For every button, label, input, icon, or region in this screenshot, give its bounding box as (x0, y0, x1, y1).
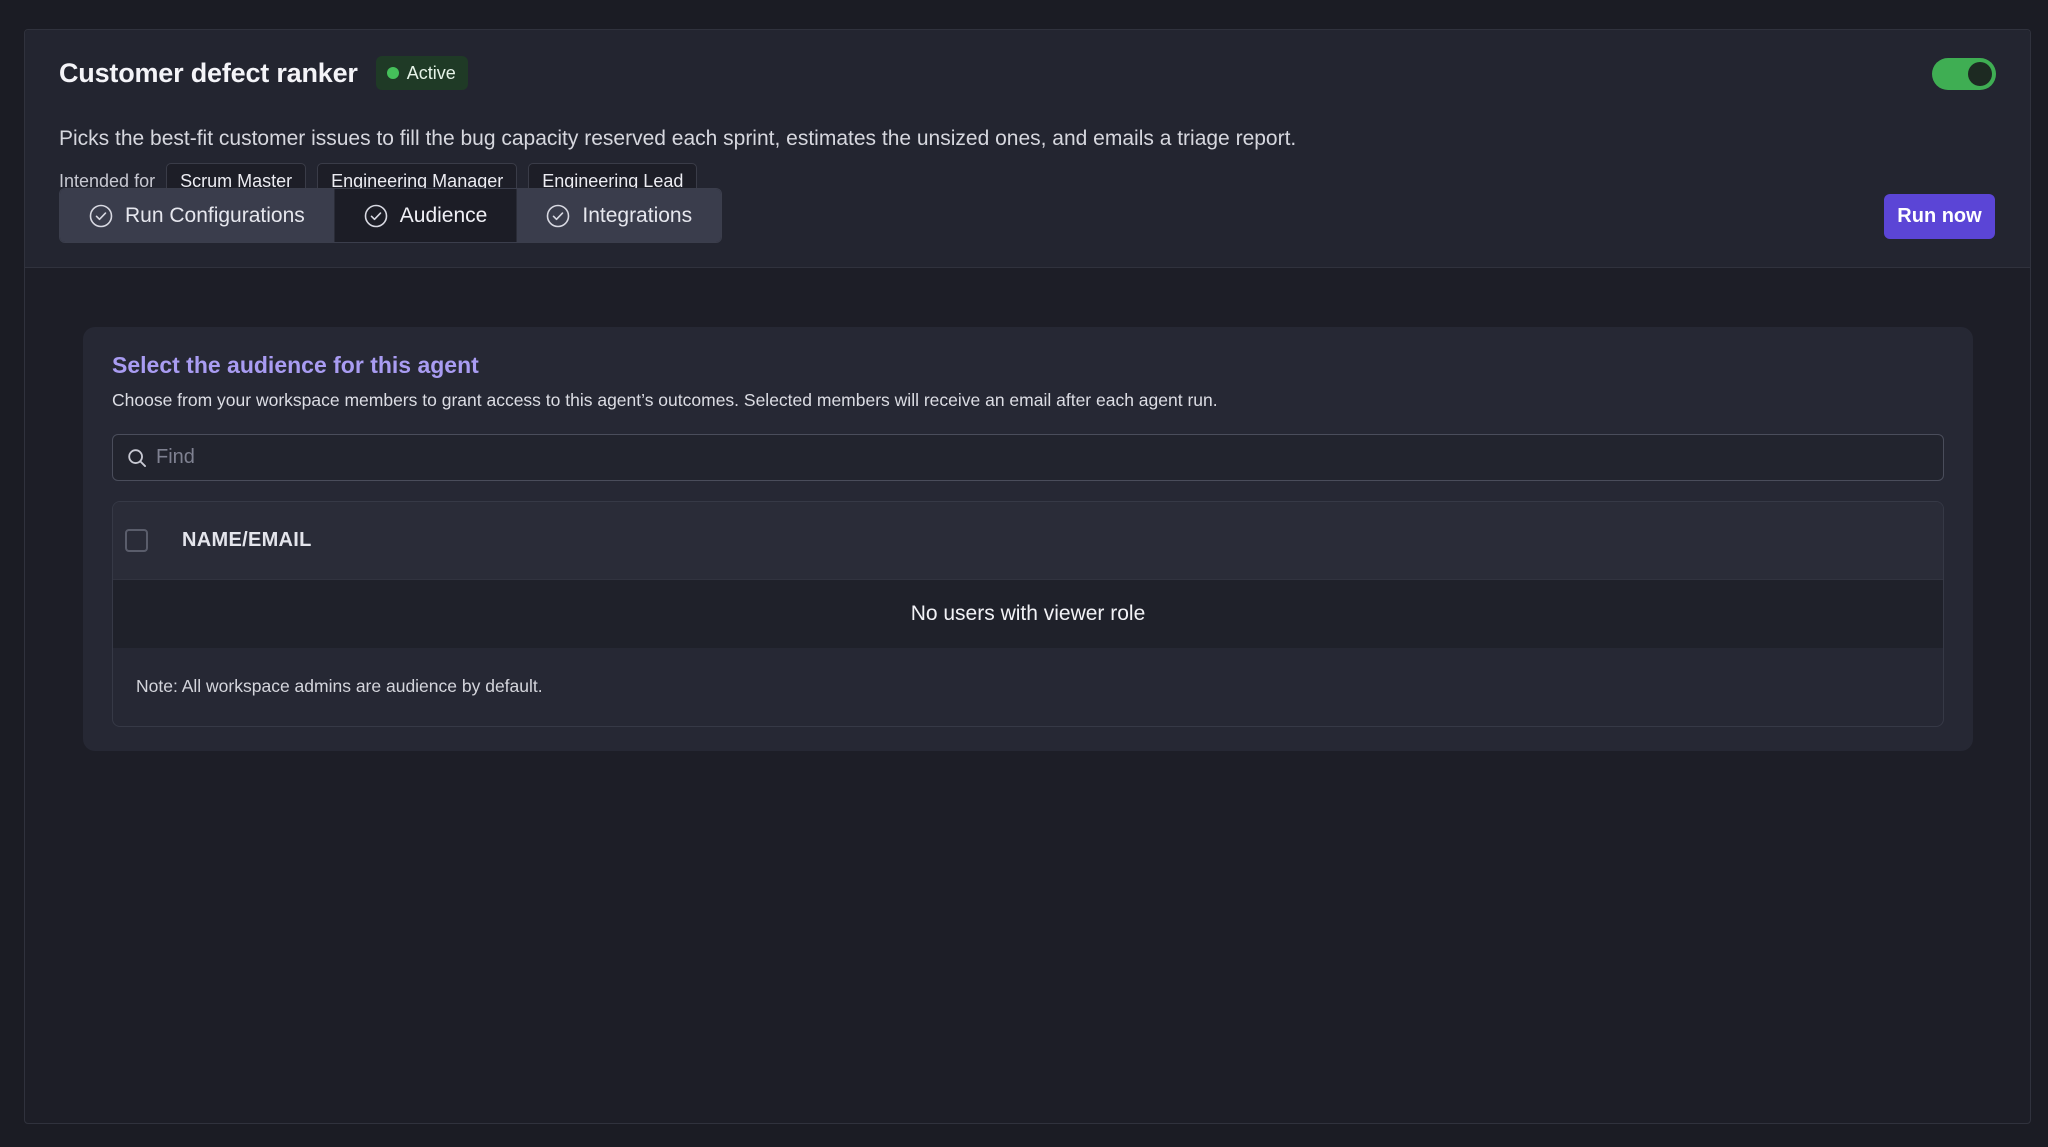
table-header: NAME/EMAIL (113, 502, 1943, 580)
tab-label: Run Configurations (125, 203, 305, 227)
search-input[interactable] (156, 446, 1943, 469)
check-circle-icon (547, 204, 570, 227)
check-circle-icon (364, 204, 388, 227)
audience-subtitle: Choose from your workspace members to gr… (112, 390, 1218, 410)
audience-table: NAME/EMAIL No users with viewer role Not… (112, 501, 1944, 727)
tab-audience[interactable]: Audience (334, 189, 518, 242)
run-now-button[interactable]: Run now (1884, 194, 1995, 239)
agent-panel: Customer defect ranker Active Picks the … (24, 29, 2031, 1124)
empty-state: No users with viewer role (113, 580, 1943, 648)
admin-note: Note: All workspace admins are audience … (136, 676, 543, 696)
tab-integrations[interactable]: Integrations (517, 189, 722, 242)
column-header-name-email: NAME/EMAIL (182, 529, 312, 551)
select-all-checkbox[interactable] (125, 529, 148, 552)
tab-label: Audience (399, 203, 488, 227)
status-dot-icon (386, 67, 399, 79)
agent-description: Picks the best-fit customer issues to fi… (59, 127, 1297, 150)
toggle-knob (1968, 62, 1992, 86)
search-icon (128, 448, 146, 467)
tab-run-configurations[interactable]: Run Configurations (60, 189, 335, 242)
agent-enabled-toggle[interactable] (1932, 58, 1996, 90)
title-row: Customer defect ranker Active (59, 56, 468, 90)
agent-title: Customer defect ranker (59, 57, 358, 88)
status-badge: Active (375, 56, 468, 90)
audience-title: Select the audience for this agent (112, 352, 479, 378)
check-circle-icon (89, 204, 113, 227)
tab-label: Integrations (582, 203, 693, 227)
audience-card: Select the audience for this agent Choos… (83, 327, 1973, 751)
tab-bar: Run Configurations Audience Integrations (59, 188, 723, 243)
search-box (112, 434, 1944, 481)
agent-header: Customer defect ranker Active Picks the … (25, 30, 2030, 268)
status-label: Active (406, 62, 456, 83)
